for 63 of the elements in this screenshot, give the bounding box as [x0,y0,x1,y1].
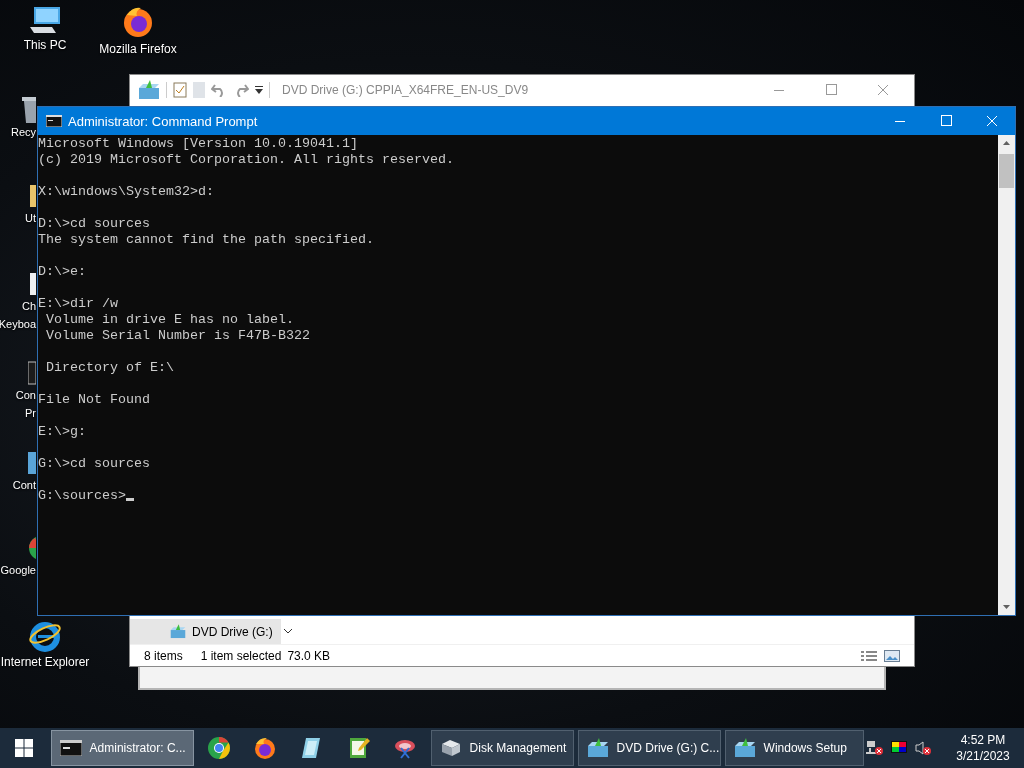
color-display-icon[interactable] [890,740,908,756]
selection-size: 73.0 KB [287,648,331,663]
console-line: Directory of E:\ [45,360,175,376]
clock[interactable]: 4:52 PM 3/21/2023 [948,732,1018,764]
setup-box-icon [170,624,186,639]
icon-label: This PC [23,38,67,52]
window-title: Administrator: Command Prompt [68,113,259,129]
text-cursor [126,498,134,501]
console-line: D:\>cd sources [38,216,151,232]
console-line: E:\>g: [38,424,87,440]
firefox-icon[interactable] [253,736,278,760]
console-line: Microsoft Windows [Version 10.0.19041.1] [38,136,359,152]
setup-box-icon [586,738,609,758]
internet-explorer-icon [28,620,62,652]
icon-label: Ch [21,300,36,312]
console-line: Volume in drive E has no label. [45,312,295,328]
setup-box-icon [733,738,756,758]
icon-label: Recy [10,126,36,138]
speaker-muted-icon[interactable] [914,740,932,756]
icon-label: Keyboa [0,318,36,330]
icon-label: Cont [12,479,36,491]
preview-view-icon[interactable] [884,648,900,663]
details-view-icon[interactable] [860,648,878,663]
dropdown-icon[interactable] [255,86,263,94]
firefox-icon [121,5,155,39]
taskbar-button[interactable]: Disk Management [430,730,574,766]
console-line: File Not Found [38,392,151,408]
console-line: The system cannot find the path specified. [38,232,375,248]
monitor-icon [28,5,62,35]
checklist-icon[interactable] [173,82,187,98]
windows-logo-icon [15,739,34,757]
taskbar-button[interactable]: Administrator: C... [50,730,194,766]
icon-label: Internet Explorer [0,655,90,669]
console-line: E:\>dir /w [38,296,119,312]
icon-label: Con [15,389,36,401]
console-prompt: G:\sources> [38,488,126,503]
icon-label: Google [0,564,36,576]
network-error-icon[interactable] [866,740,884,756]
setup-box-icon [138,80,160,100]
terminal-icon [46,115,62,127]
chrome-icon[interactable] [206,736,231,760]
window-title: DVD Drive (G:) CPPIA_X64FRE_EN-US_DV9 [282,83,530,97]
control-panel-icon [28,450,36,476]
scrollbar-thumb[interactable] [999,154,1014,188]
document-icon [30,273,36,297]
trash-bin-icon [22,95,36,123]
console-line: G:\>cd sources [38,456,151,472]
selection-status: 1 item selected [200,648,282,663]
icon-label: Mozilla Firefox [99,42,177,56]
icon-label: Pr [25,407,36,419]
disk-drive-icon [439,738,462,758]
folder-icon [30,183,36,209]
navigation-item[interactable]: DVD Drive (G:) [130,619,281,644]
icon-label: Ut [25,212,36,224]
terminal-icon [59,740,82,756]
console-line: X:\windows\System32>d: [38,184,215,200]
console-line: Volume Serial Number is F47B-B322 [45,328,311,344]
console-line: (c) 2019 Microsoft Corporation. All rights reserved. [38,152,455,168]
console-line: D:\>e: [38,264,87,280]
taskbar-button[interactable]: Windows Setup [724,730,864,766]
taskbar-button[interactable]: DVD Drive (G:) C... [577,730,721,766]
item-count: 8 items [144,648,183,663]
terminal-icon [28,360,36,386]
